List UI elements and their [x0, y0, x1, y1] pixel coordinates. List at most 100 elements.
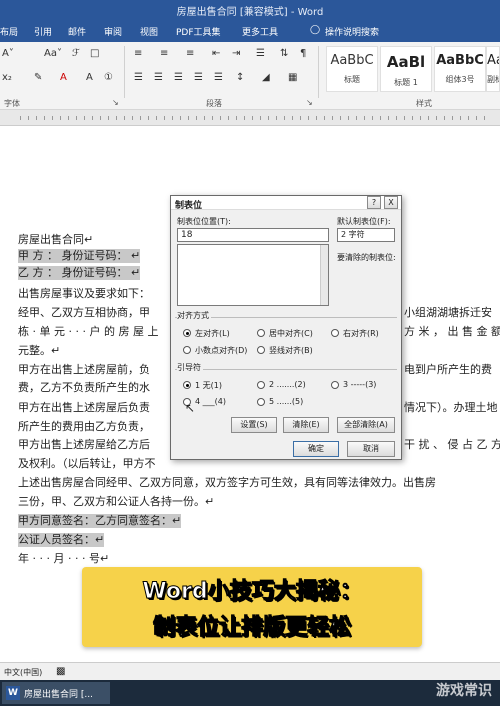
doc-fragment[interactable]: 方 米 ， 出 售 金 额 [404, 325, 500, 339]
enclose-char-icon[interactable]: ① [104, 72, 113, 83]
doc-line[interactable]: 房屋出售合同↵ [18, 233, 93, 247]
tab-review[interactable]: 审阅 [104, 25, 122, 38]
doc-line[interactable]: 及权利。（以后转让，甲方不 [18, 457, 156, 471]
doc-line[interactable]: 栋 · 单 元 · · · 户 的 房 屋 上 [18, 325, 158, 339]
ribbon-tabs: 布局 引用 邮件 审阅 视图 PDF工具集 更多工具 ◯ 操作说明搜索 [0, 20, 500, 42]
align-left-icon[interactable]: ☰ [134, 72, 143, 83]
doc-fragment[interactable]: 情况下）。办理土地 [404, 401, 498, 415]
style-bold3[interactable]: AaBbC 组体3号 [434, 46, 486, 92]
clear-all-button[interactable]: 全部清除(A) [337, 417, 395, 433]
set-button[interactable]: 设置(S) [231, 417, 277, 433]
lightbulb-icon: ◯ [310, 25, 321, 35]
doc-line[interactable]: 甲方出售上述房屋给乙方后 [18, 438, 150, 452]
caption-line-2: 制表位让排版更轻松 [152, 615, 351, 641]
doc-line[interactable]: 甲 方 ： 身份证号码： ↵ [18, 249, 141, 263]
ok-button[interactable]: 确定 [293, 441, 339, 457]
leader-none-radio[interactable] [183, 381, 191, 389]
doc-line[interactable]: 年 · · · 月 · · · 号↵ [18, 552, 109, 566]
align-center-icon[interactable]: ☰ [154, 72, 163, 83]
list-scrollbar[interactable] [320, 245, 328, 305]
font-dialog-launcher-icon[interactable]: ↘ [112, 98, 119, 107]
paragraph-dialog-launcher-icon[interactable]: ↘ [306, 98, 313, 107]
style-heading1[interactable]: AaBl 标题 1 [380, 46, 432, 92]
show-marks-icon[interactable]: ¶ [300, 48, 306, 59]
sort-icon[interactable]: ⇅ [280, 48, 288, 59]
align-bar-radio[interactable] [257, 346, 265, 354]
taskbar: W 房屋出售合同 [... [0, 680, 500, 706]
doc-line[interactable]: 费，乙方不负责所产生的水 [18, 381, 150, 395]
align-right-icon[interactable]: ☰ [174, 72, 183, 83]
align-right-radio[interactable] [331, 329, 339, 337]
title-bar: 房屋出售合同 [兼容模式] - Word [0, 0, 500, 20]
taskbar-word-app[interactable]: W 房屋出售合同 [... [2, 682, 110, 704]
doc-line[interactable]: 甲方在出售上述房屋后负责 [18, 401, 150, 415]
style-name: 组体3号 [445, 75, 475, 84]
tab-more-tools[interactable]: 更多工具 [242, 25, 278, 38]
numbering-icon[interactable]: ≡ [160, 48, 168, 59]
leader-middot-radio[interactable] [257, 398, 265, 406]
decrease-indent-icon[interactable]: ⇤ [212, 48, 220, 59]
doc-line[interactable]: 出售房屋事议及要求如下： [18, 287, 150, 301]
style-name: 标题 [344, 75, 360, 84]
close-icon[interactable]: X [384, 196, 398, 209]
tab-stop-position-input[interactable]: 18 [177, 228, 329, 242]
bullets-icon[interactable]: ≡ [134, 48, 142, 59]
dialog-titlebar[interactable]: 制表位 ? X [171, 196, 401, 211]
increase-indent-icon[interactable]: ⇥ [232, 48, 240, 59]
multilevel-list-icon[interactable]: ≡ [186, 48, 194, 59]
font-size-decrease-icon[interactable]: A˅ [2, 48, 14, 59]
tab-mailings[interactable]: 邮件 [68, 25, 86, 38]
distributed-icon[interactable]: ☰ [214, 72, 223, 83]
borders-icon[interactable]: ▦ [288, 72, 297, 83]
align-center-label: 居中对齐(C) [269, 329, 313, 338]
tab-view[interactable]: 视图 [140, 25, 158, 38]
doc-line[interactable]: 上述出售房屋合同经甲、乙双方同意，双方签字方可生效，具有同等法律效力。出售房 [18, 476, 436, 490]
doc-line[interactable]: 三份，甲、乙双方和公证人各持一份。↵ [18, 495, 214, 509]
doc-line[interactable]: 甲方同意签名：乙方同意签名：↵ [18, 514, 182, 528]
chinese-layout-icon[interactable]: ☰ [256, 48, 265, 59]
justify-icon[interactable]: ☰ [194, 72, 203, 83]
character-border-icon[interactable]: □ [90, 48, 99, 59]
highlight-icon[interactable]: ✎ [34, 72, 42, 83]
divider [318, 46, 319, 98]
language-status[interactable]: 中文(中国) [4, 667, 42, 678]
align-left-radio[interactable] [183, 329, 191, 337]
tab-references[interactable]: 引用 [34, 25, 52, 38]
line-spacing-icon[interactable]: ↕ [236, 72, 244, 83]
doc-line[interactable]: 公证人员签名：↵ [18, 533, 105, 547]
status-bar: 中文(中国) ▩ [0, 662, 500, 680]
tab-stop-position-label: 制表位位置(T): [177, 217, 231, 226]
clear-format-icon[interactable]: ℱ [72, 48, 80, 59]
font-color-icon[interactable]: A [60, 72, 67, 83]
doc-line[interactable]: 元整。↵ [18, 344, 60, 358]
tab-stop-list[interactable] [177, 244, 329, 306]
doc-line[interactable]: 经甲、乙双方互相协商，甲 [18, 306, 150, 320]
shading-icon[interactable]: ◢ [262, 72, 270, 83]
default-tab-stops-input[interactable]: 2 字符 [337, 228, 395, 242]
doc-line[interactable]: 甲方在出售上述房屋前，负 [18, 363, 150, 377]
leader-dots-radio[interactable] [257, 381, 265, 389]
doc-fragment[interactable]: 干 扰 、 侵 占 乙 方 [404, 438, 500, 452]
style-sample: AaBbC [330, 53, 374, 68]
tab-pdf-tools[interactable]: PDF工具集 [176, 25, 221, 38]
doc-fragment[interactable]: 小组湖湖塘拆迁安 [404, 306, 492, 320]
subscript-icon[interactable]: x₂ [2, 72, 12, 83]
tab-layout[interactable]: 布局 [0, 25, 18, 38]
align-center-radio[interactable] [257, 329, 265, 337]
cancel-button[interactable]: 取消 [347, 441, 395, 457]
align-decimal-radio[interactable] [183, 346, 191, 354]
tell-me-search[interactable]: 操作说明搜索 [325, 25, 379, 38]
character-shading-icon[interactable]: A [86, 72, 93, 83]
help-icon[interactable]: ? [367, 196, 381, 209]
doc-line[interactable]: 乙 方 ： 身份证号码： ↵ [18, 266, 141, 280]
clear-button[interactable]: 清除(E) [283, 417, 329, 433]
style-title[interactable]: AaBbC 标题 [326, 46, 378, 92]
ruler[interactable] [0, 110, 500, 126]
tabs-dialog: 制表位 ? X 制表位位置(T): 18 默认制表位(F): 2 字符 要清除的… [170, 195, 402, 460]
macro-record-icon[interactable]: ▩ [56, 666, 65, 677]
leader-dashes-radio[interactable] [331, 381, 339, 389]
change-case-icon[interactable]: Aa˅ [44, 48, 62, 59]
style-subtitle[interactable]: AaBb 副标 [486, 46, 500, 92]
doc-line[interactable]: 所产生的费用由乙方负责， [18, 420, 150, 434]
doc-fragment[interactable]: 电到户所产生的费 [404, 363, 492, 377]
